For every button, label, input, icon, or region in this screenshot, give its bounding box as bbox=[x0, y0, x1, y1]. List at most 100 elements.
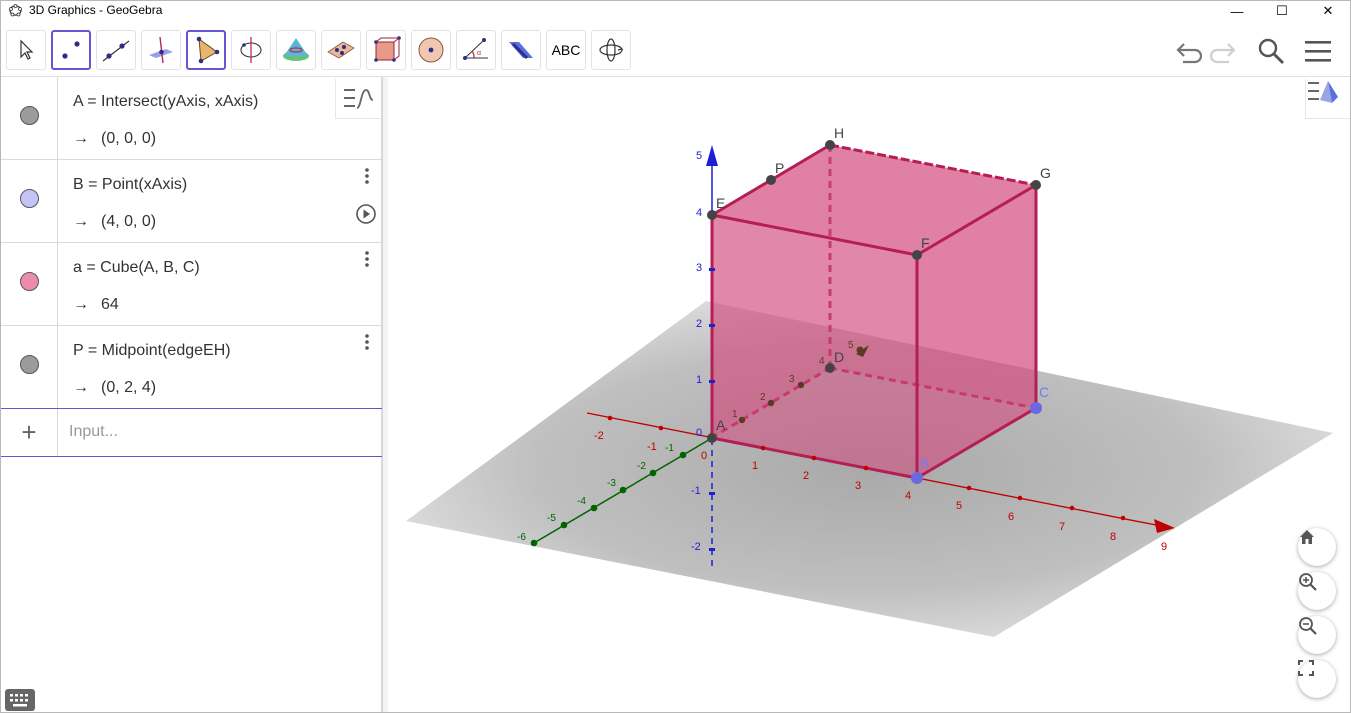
point-F[interactable] bbox=[912, 250, 922, 260]
point-C[interactable] bbox=[1030, 402, 1042, 414]
x-tick-label: 3 bbox=[855, 480, 861, 492]
x-tick-label: 1 bbox=[752, 460, 758, 472]
fullscreen-button[interactable] bbox=[1298, 660, 1336, 698]
label-P: P bbox=[775, 160, 784, 176]
visibility-toggle-P[interactable] bbox=[20, 355, 39, 374]
graphics-style-bar-button[interactable] bbox=[1305, 79, 1350, 119]
value-P: → (0, 2, 4) bbox=[73, 379, 156, 397]
search-button[interactable] bbox=[1255, 35, 1287, 67]
main-menu-icon bbox=[1305, 41, 1331, 62]
visibility-toggle-A[interactable] bbox=[20, 106, 39, 125]
x-tick-label: 2 bbox=[803, 470, 809, 482]
x-tick-label: 4 bbox=[905, 490, 911, 502]
title-bar: 3D Graphics - GeoGebra — ☐ ✕ bbox=[1, 1, 1350, 21]
algebra-item-B[interactable]: B = Point(xAxis) → (4, 0, 0) bbox=[1, 160, 382, 243]
algebra-style-bar-button[interactable] bbox=[335, 79, 381, 119]
label-C: C bbox=[1039, 384, 1049, 400]
label-E: E bbox=[716, 195, 725, 211]
virtual-keyboard-button[interactable] bbox=[5, 689, 35, 711]
label-H: H bbox=[834, 125, 844, 141]
point-tool-button[interactable] bbox=[51, 30, 91, 70]
style-bar-toggle-icon bbox=[343, 88, 373, 109]
main-menu-button[interactable] bbox=[1302, 35, 1334, 67]
perpendicular-line-tool-button[interactable] bbox=[141, 30, 181, 70]
algebra-item-a[interactable]: a = Cube(A, B, C) → 64 bbox=[1, 243, 382, 326]
zoom-in-button[interactable] bbox=[1298, 572, 1336, 610]
point-E[interactable] bbox=[707, 210, 717, 220]
circle-axis-tool-button[interactable] bbox=[231, 30, 271, 70]
graphics-3d-view[interactable]: -2 -1 0 1 2 3 4 5 6 7 8 9 -6 -5 -4 -3 -2… bbox=[388, 77, 1351, 713]
item-menu-button[interactable] bbox=[357, 165, 377, 187]
point-H[interactable] bbox=[825, 140, 835, 150]
reflect-about-plane-tool-icon bbox=[509, 42, 533, 60]
undo-icon bbox=[1176, 43, 1203, 64]
graphics-3d-canvas[interactable]: -2 -1 0 1 2 3 4 5 6 7 8 9 -6 -5 -4 -3 -2… bbox=[388, 77, 1351, 713]
intersect-surfaces-tool-button[interactable] bbox=[276, 30, 316, 70]
marble-cell bbox=[1, 160, 58, 242]
line-tool-icon bbox=[102, 40, 130, 62]
move-tool-button[interactable] bbox=[6, 30, 46, 70]
reflect-about-plane-tool-button[interactable] bbox=[501, 30, 541, 70]
label-G: G bbox=[1040, 165, 1051, 181]
geogebra-logo-icon bbox=[9, 4, 22, 17]
z-tick-label: 1 bbox=[696, 374, 702, 386]
angle-tool-icon: α bbox=[463, 38, 488, 60]
undo-button[interactable] bbox=[1172, 35, 1204, 67]
plane-through-points-tool-button[interactable] bbox=[321, 30, 361, 70]
algebra-item-P[interactable]: P = Midpoint(edgeEH) → (0, 2, 4) bbox=[1, 326, 382, 409]
toolbar: α ABC bbox=[1, 21, 1350, 77]
text-tool-button[interactable]: ABC bbox=[546, 30, 586, 70]
window-title: 3D Graphics - GeoGebra bbox=[29, 3, 163, 17]
minimize-button[interactable]: — bbox=[1214, 1, 1260, 21]
label-D: D bbox=[834, 349, 844, 365]
z-tick-label: 2 bbox=[696, 318, 702, 330]
definition-P[interactable]: P = Midpoint(edgeEH) bbox=[73, 342, 231, 360]
point-P[interactable] bbox=[766, 175, 776, 185]
marble-cell bbox=[1, 243, 58, 325]
line-tool-button[interactable] bbox=[96, 30, 136, 70]
polygon-tool-button[interactable] bbox=[186, 30, 226, 70]
x-tick-label: -2 bbox=[594, 430, 604, 442]
item-menu-button[interactable] bbox=[357, 331, 377, 353]
maximize-button[interactable]: ☐ bbox=[1259, 1, 1305, 21]
value-B: → (4, 0, 0) bbox=[73, 213, 156, 231]
label-F: F bbox=[921, 235, 930, 251]
sphere-tool-button[interactable] bbox=[411, 30, 451, 70]
value-text-A: (0, 0, 0) bbox=[101, 130, 157, 147]
definition-a[interactable]: a = Cube(A, B, C) bbox=[73, 259, 200, 277]
algebra-item-A[interactable]: A = Intersect(yAxis, xAxis) → (0, 0, 0) bbox=[1, 77, 382, 160]
value-a: → 64 bbox=[73, 296, 119, 314]
zoom-out-button[interactable] bbox=[1298, 616, 1336, 654]
visibility-toggle-a[interactable] bbox=[20, 272, 39, 291]
more-vert-icon bbox=[365, 251, 369, 267]
point-B[interactable] bbox=[911, 472, 923, 484]
visibility-toggle-B[interactable] bbox=[20, 189, 39, 208]
point-A[interactable] bbox=[707, 433, 717, 443]
item-menu-button[interactable] bbox=[357, 248, 377, 270]
fullscreen-icon bbox=[1298, 660, 1314, 676]
redo-button[interactable] bbox=[1208, 35, 1240, 67]
keyboard-icon bbox=[10, 694, 28, 707]
y-tick-label: 1 bbox=[732, 409, 738, 420]
close-button[interactable]: ✕ bbox=[1305, 1, 1350, 21]
algebra-input-row[interactable]: + Input... bbox=[1, 408, 382, 457]
x-tick-label: 8 bbox=[1110, 531, 1116, 543]
rotate-view-tool-button[interactable] bbox=[591, 30, 631, 70]
z-tick-label: -1 bbox=[691, 485, 701, 497]
value-arrow: → bbox=[73, 130, 89, 147]
text-tool-icon: ABC bbox=[551, 42, 581, 58]
play-animation-icon[interactable] bbox=[355, 203, 377, 225]
input-bar-placeholder[interactable]: Input... bbox=[69, 423, 118, 441]
angle-tool-button[interactable]: α bbox=[456, 30, 496, 70]
add-input-button[interactable]: + bbox=[1, 409, 58, 456]
standard-view-button[interactable] bbox=[1298, 528, 1336, 566]
y-tick-label: -5 bbox=[547, 513, 556, 524]
z-tick-label: 3 bbox=[696, 262, 702, 274]
point-G[interactable] bbox=[1031, 180, 1041, 190]
definition-B[interactable]: B = Point(xAxis) bbox=[73, 176, 187, 194]
move-tool-icon bbox=[20, 39, 34, 60]
zoom-out-icon bbox=[1299, 617, 1317, 635]
pyramid-tool-button[interactable] bbox=[366, 30, 406, 70]
definition-A[interactable]: A = Intersect(yAxis, xAxis) bbox=[73, 93, 258, 111]
y-tick-label: 5 bbox=[848, 340, 854, 351]
